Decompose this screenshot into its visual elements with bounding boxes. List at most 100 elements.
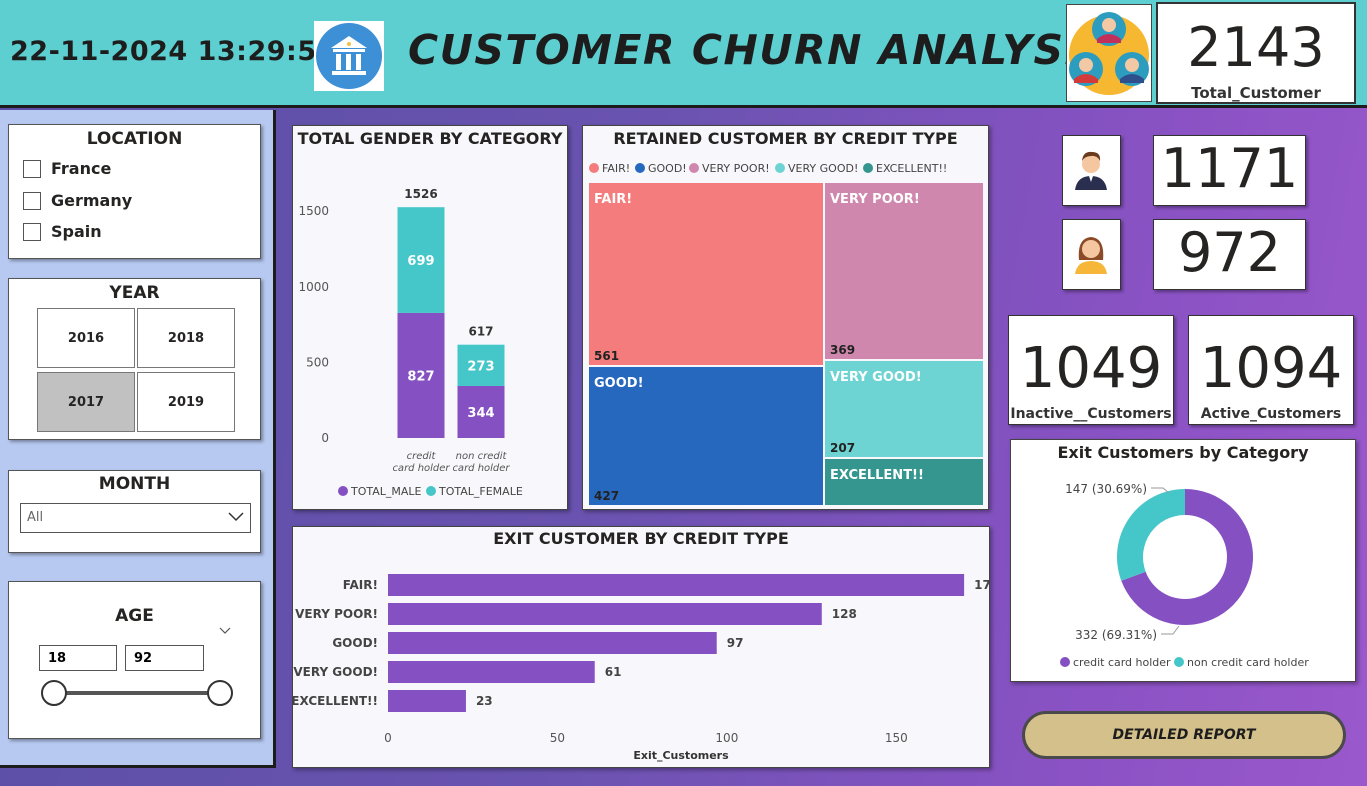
- bank-icon: [314, 21, 384, 91]
- data-label: 23: [476, 694, 493, 708]
- legend-marker-female: [426, 486, 436, 496]
- tile-value: 207: [830, 441, 855, 455]
- active-customers-card: 1094 Active_Customers: [1188, 315, 1354, 425]
- bar: [388, 574, 965, 596]
- age-slider-track[interactable]: [55, 691, 221, 695]
- age-slider-min-handle[interactable]: [41, 680, 67, 706]
- exit-by-credit-type-chart: EXIT CUSTOMER BY CREDIT TYPE FAIR!170VER…: [292, 526, 990, 768]
- inactive-customers-card: 1049 Inactive__Customers: [1008, 315, 1174, 425]
- tile-value: 427: [594, 489, 619, 503]
- month-slicer: MONTH All: [8, 470, 261, 553]
- bar: [388, 632, 717, 654]
- donut-slice: [1117, 489, 1185, 581]
- female-count-card: 972: [1153, 219, 1306, 290]
- detailed-report-button[interactable]: DETAILED REPORT: [1022, 711, 1346, 759]
- y-tick-label: VERY GOOD!: [293, 665, 378, 679]
- legend-label: EXCELLENT!!: [876, 162, 947, 175]
- age-slicer-title: AGE: [115, 606, 154, 626]
- checkbox-icon[interactable]: [23, 159, 41, 178]
- chevron-down-icon: [228, 512, 244, 522]
- inactive-customers-label: Inactive__Customers: [1010, 406, 1172, 422]
- legend-marker: [775, 163, 785, 173]
- tile-value: 369: [830, 343, 855, 357]
- age-min-input[interactable]: 18: [39, 645, 117, 671]
- tile-label: FAIR!: [594, 192, 632, 207]
- legend-marker: [689, 163, 699, 173]
- location-option-france[interactable]: France: [23, 159, 111, 178]
- month-dropdown-value: All: [27, 510, 44, 525]
- female-count-value: 972: [1177, 221, 1282, 284]
- tile-value: 561: [594, 349, 619, 363]
- tile-label: VERY GOOD!: [830, 370, 922, 385]
- data-label: 128: [832, 607, 857, 621]
- year-option-2019[interactable]: 2019: [137, 372, 235, 432]
- data-label: 273: [467, 359, 494, 374]
- age-slicer: AGE 18 92: [8, 581, 261, 739]
- legend-label: VERY GOOD!: [788, 162, 858, 175]
- chevron-down-icon[interactable]: [219, 627, 231, 635]
- retained-by-credit-type-chart: RETAINED CUSTOMER BY CREDIT TYPE FAIR! GO…: [582, 125, 989, 510]
- bar: [388, 603, 822, 625]
- donut-svg: 147 (30.69%) 332 (69.31%) credit card hold…: [1060, 482, 1309, 669]
- data-label: 61: [605, 665, 622, 679]
- x-tick-label: 100: [715, 731, 738, 745]
- data-label: 699: [407, 254, 434, 269]
- y-tick-label: EXCELLENT!!: [293, 694, 378, 708]
- x-tick-label: card holder: [392, 463, 450, 474]
- legend-label: TOTAL_MALE: [350, 485, 422, 498]
- x-tick-label: 50: [550, 731, 565, 745]
- inactive-customers-value: 1049: [1019, 336, 1163, 401]
- data-label: 344: [467, 406, 494, 421]
- exit-chart-svg: FAIR! 170 VERY POOR! 128 GOOD! 97 VERY GOOD! 61…: [293, 574, 989, 762]
- legend-label: VERY POOR!: [702, 162, 770, 175]
- legend-marker: [863, 163, 873, 173]
- x-tick-label: 150: [885, 731, 908, 745]
- age-max-input[interactable]: 92: [125, 645, 204, 671]
- location-slicer: LOCATION France Germany Spain: [8, 124, 261, 259]
- data-label: 97: [727, 636, 744, 650]
- legend-label: credit card holder: [1073, 656, 1171, 669]
- month-dropdown[interactable]: All: [20, 503, 251, 533]
- customers-group-icon: [1066, 4, 1152, 102]
- legend-marker-male: [338, 486, 348, 496]
- location-slicer-title: LOCATION: [86, 129, 183, 149]
- y-tick-label: 500: [306, 355, 329, 369]
- x-tick-label: non credit: [456, 451, 508, 462]
- data-label: 170: [974, 578, 989, 592]
- tile-label: EXCELLENT!!: [830, 468, 924, 483]
- location-option-spain[interactable]: Spain: [23, 222, 102, 241]
- y-tick-label: 1000: [298, 280, 329, 294]
- month-slicer-title: MONTH: [98, 474, 171, 494]
- leader-line: [1161, 625, 1180, 635]
- y-tick-label: 0: [321, 431, 329, 445]
- data-label: 147 (30.69%): [1065, 482, 1147, 496]
- year-option-2016[interactable]: 2016: [37, 308, 135, 368]
- year-option-2017[interactable]: 2017: [37, 372, 135, 432]
- age-slider-max-handle[interactable]: [207, 680, 233, 706]
- total-label: 617: [468, 325, 493, 339]
- total-customer-label: Total_Customer: [1191, 84, 1321, 102]
- male-count-value: 1171: [1160, 137, 1299, 200]
- legend-marker: [1060, 657, 1070, 667]
- x-tick-label: 0: [384, 731, 392, 745]
- checkbox-icon[interactable]: [23, 222, 41, 241]
- legend-label: GOOD!: [648, 162, 687, 175]
- legend-marker: [1174, 657, 1184, 667]
- male-avatar-icon: [1062, 135, 1121, 206]
- location-option-germany[interactable]: Germany: [23, 191, 132, 210]
- male-count-card: 1171: [1153, 135, 1306, 206]
- x-tick-label: credit: [407, 451, 437, 462]
- y-tick-label: FAIR!: [343, 578, 378, 592]
- treemap-tile: [589, 183, 823, 365]
- tile-label: VERY POOR!: [830, 192, 920, 207]
- active-customers-value: 1094: [1199, 336, 1343, 401]
- data-label: 827: [407, 369, 434, 384]
- legend-marker: [635, 163, 645, 173]
- y-tick-label: 1500: [298, 204, 329, 218]
- year-option-2018[interactable]: 2018: [137, 308, 235, 368]
- checkbox-icon[interactable]: [23, 191, 41, 210]
- y-tick-label: GOOD!: [332, 636, 378, 650]
- bar: [388, 690, 466, 712]
- legend-label: TOTAL_FEMALE: [438, 485, 523, 498]
- active-customers-label: Active_Customers: [1200, 406, 1342, 422]
